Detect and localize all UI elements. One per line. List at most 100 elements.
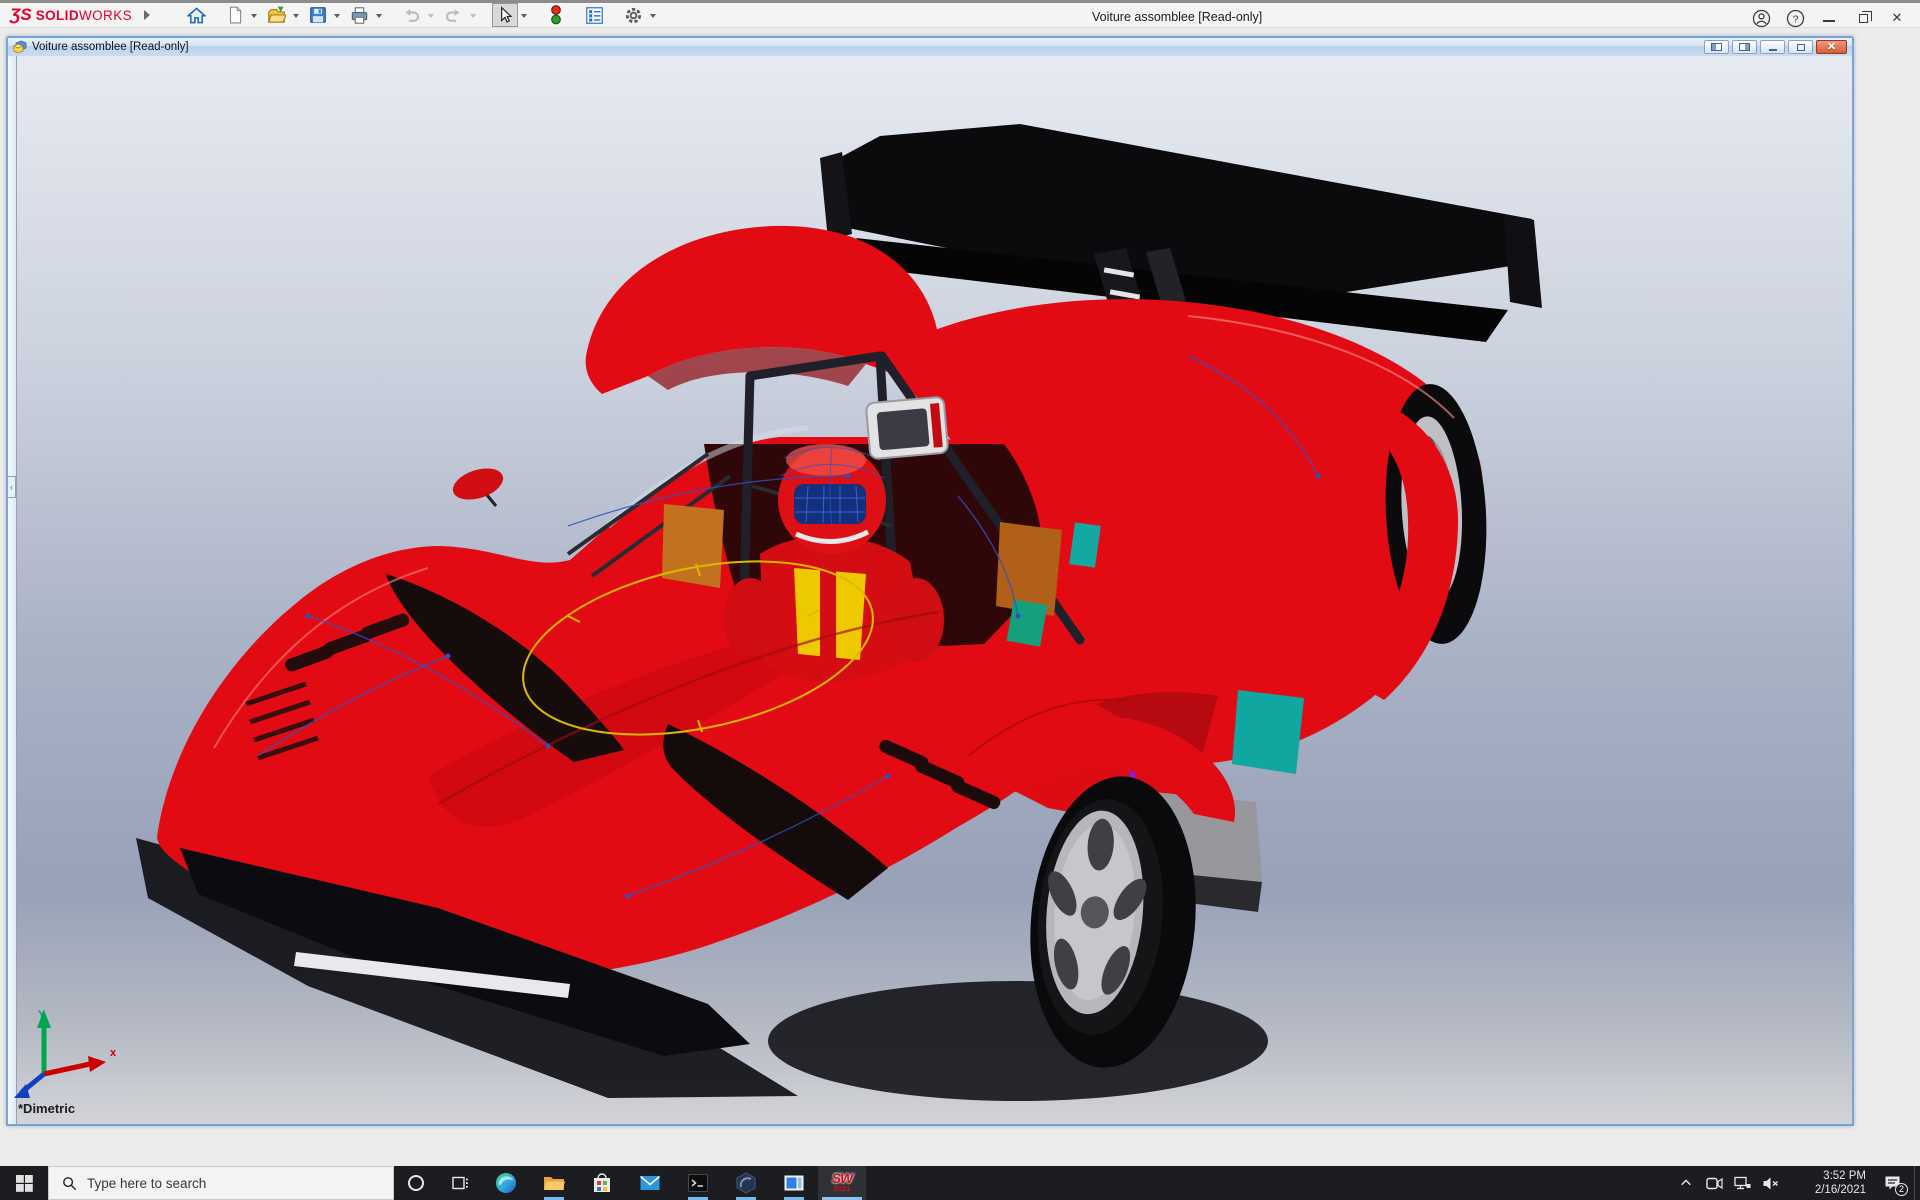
panel-expand-tab[interactable]: ‹ <box>8 476 16 498</box>
select-tool-button[interactable] <box>492 3 518 27</box>
show-desktop-button[interactable] <box>1914 1166 1920 1200</box>
svg-text:x: x <box>110 1047 117 1059</box>
file-explorer-icon <box>542 1171 566 1195</box>
taskbar-search[interactable] <box>48 1166 394 1200</box>
pane-right-icon <box>1739 43 1750 51</box>
mdi-area: Voiture assomblee [Read-only] ✕ <box>0 28 1920 1166</box>
task-view-icon <box>451 1174 469 1192</box>
settings-button[interactable] <box>620 3 647 27</box>
clock-time: 3:52 PM <box>1823 1169 1866 1183</box>
taskbar-store-button[interactable] <box>578 1166 626 1200</box>
redo-caret[interactable] <box>470 14 476 21</box>
home-icon <box>187 6 206 25</box>
print-icon <box>350 6 369 25</box>
doc-restore-icon <box>1797 44 1805 51</box>
open-button[interactable] <box>263 3 290 27</box>
taskbar-edge-button[interactable] <box>482 1166 530 1200</box>
volume-button[interactable] <box>1756 1166 1784 1200</box>
save-caret[interactable] <box>334 14 340 21</box>
undo-icon <box>402 6 421 25</box>
close-button[interactable]: ✕ <box>1882 7 1912 29</box>
meet-now-button[interactable] <box>1700 1166 1728 1200</box>
svg-text:Y: Y <box>38 1009 46 1021</box>
document-window: Voiture assomblee [Read-only] ✕ <box>6 36 1854 1126</box>
window-title: Voiture assomblee [Read-only] <box>1092 10 1262 24</box>
document-window-controls: ✕ <box>1704 40 1847 54</box>
network-button[interactable] <box>1728 1166 1756 1200</box>
minimize-icon <box>1823 20 1835 22</box>
start-button[interactable] <box>0 1166 48 1200</box>
assembly-icon <box>13 40 28 54</box>
taskbar-terminal-button[interactable] <box>674 1166 722 1200</box>
settings-caret[interactable] <box>650 14 656 21</box>
windows-logo-icon <box>16 1175 33 1192</box>
search-icon <box>62 1176 77 1191</box>
document-title: Voiture assomblee [Read-only] <box>32 41 189 53</box>
orientation-triad: Y x <box>8 1006 138 1106</box>
doc-minimize-button[interactable] <box>1760 40 1785 54</box>
undo-caret[interactable] <box>428 14 434 21</box>
print-caret[interactable] <box>376 14 382 21</box>
taskbar-solidworks-button[interactable]: SW 2021 <box>818 1166 866 1200</box>
new-document-caret[interactable] <box>251 14 257 21</box>
volume-muted-icon <box>1762 1176 1779 1191</box>
meet-now-icon <box>1706 1176 1723 1191</box>
new-document-button[interactable] <box>222 3 248 27</box>
mail-icon <box>638 1171 662 1195</box>
redo-button[interactable] <box>440 3 467 27</box>
print-button[interactable] <box>346 3 373 27</box>
cortana-button[interactable] <box>394 1166 438 1200</box>
traffic-light-icon <box>548 5 564 25</box>
graphics-area[interactable]: ‹ Y x *Dimetric <box>8 56 1852 1124</box>
new-document-icon <box>226 6 244 24</box>
home-button[interactable] <box>183 3 210 27</box>
account-button[interactable] <box>1746 7 1776 29</box>
edge-icon <box>494 1171 518 1195</box>
svg-text:?: ? <box>1792 13 1798 25</box>
solidworks-app-window: ƷS SOLID WORKS <box>0 0 1920 1200</box>
feature-panel-strip[interactable] <box>8 56 17 1124</box>
document-titlebar[interactable]: Voiture assomblee [Read-only] ✕ <box>8 38 1852 56</box>
doc-pane-right-button[interactable] <box>1732 40 1757 54</box>
close-icon: ✕ <box>1892 10 1903 26</box>
system-tray: 3:52 PM 2/16/2021 2 <box>1672 1166 1920 1200</box>
command-prompt-icon <box>686 1171 710 1195</box>
taskbar-window-app-button[interactable] <box>770 1166 818 1200</box>
action-center-button[interactable]: 2 <box>1870 1166 1914 1200</box>
doc-minimize-icon <box>1769 49 1777 51</box>
toolbar-expand-arrow-icon[interactable] <box>144 10 155 20</box>
account-icon <box>1752 9 1771 28</box>
doc-restore-button[interactable] <box>1788 40 1813 54</box>
app-titlebar: ƷS SOLID WORKS <box>0 0 1920 28</box>
restore-button[interactable] <box>1848 7 1878 29</box>
select-cursor-icon <box>496 6 514 24</box>
notification-badge: 2 <box>1895 1183 1908 1196</box>
gear-icon <box>624 6 643 25</box>
taskbar-mail-button[interactable] <box>626 1166 674 1200</box>
minimize-button[interactable] <box>1814 7 1844 29</box>
taskbar-clock[interactable]: 3:52 PM 2/16/2021 <box>1784 1166 1870 1200</box>
select-tool-caret[interactable] <box>521 14 527 21</box>
tray-chevron-button[interactable] <box>1672 1166 1700 1200</box>
doc-close-button[interactable]: ✕ <box>1816 40 1847 54</box>
undo-button[interactable] <box>398 3 425 27</box>
hexagon-app-icon <box>734 1171 758 1195</box>
save-button[interactable] <box>305 3 331 27</box>
taskbar-explorer-button[interactable] <box>530 1166 578 1200</box>
options-list-button[interactable] <box>581 3 608 27</box>
save-icon <box>309 6 327 24</box>
window-app-icon <box>782 1171 806 1195</box>
car-model <box>8 56 1852 1124</box>
clock-date: 2/16/2021 <box>1815 1183 1866 1197</box>
taskbar-hexagon-app-button[interactable] <box>722 1166 770 1200</box>
cortana-icon <box>407 1174 425 1192</box>
traffic-light-button[interactable] <box>543 3 569 27</box>
task-view-button[interactable] <box>438 1166 482 1200</box>
doc-pane-left-button[interactable] <box>1704 40 1729 54</box>
help-button[interactable]: ? <box>1780 7 1810 29</box>
search-input[interactable] <box>87 1176 367 1191</box>
help-icon: ? <box>1786 9 1805 28</box>
store-icon <box>590 1171 614 1195</box>
open-caret[interactable] <box>293 14 299 21</box>
windows-taskbar: SW 2021 <box>0 1166 1920 1200</box>
